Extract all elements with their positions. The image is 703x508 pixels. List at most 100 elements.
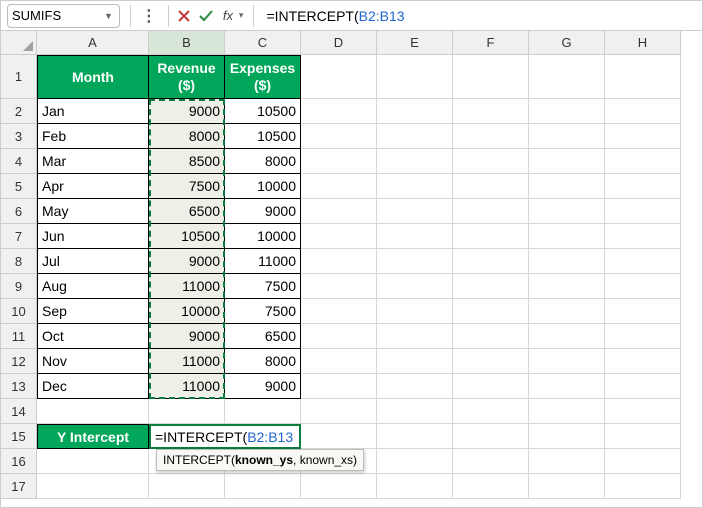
cell-expenses[interactable]: 7500 <box>225 274 301 299</box>
row-head-4[interactable]: 4 <box>1 149 37 174</box>
cell-revenue[interactable]: 6500 <box>149 199 225 224</box>
cell-H[interactable] <box>605 149 681 174</box>
row-head-9[interactable]: 9 <box>1 274 37 299</box>
cell-F[interactable] <box>453 424 529 449</box>
cell[interactable] <box>225 474 301 499</box>
header-expenses[interactable]: Expenses ($) <box>225 55 301 99</box>
select-all-triangle[interactable] <box>1 31 37 55</box>
cell-H[interactable] <box>605 274 681 299</box>
cell-H[interactable] <box>605 99 681 124</box>
cell-F[interactable] <box>453 349 529 374</box>
cell-E[interactable] <box>377 449 453 474</box>
cell-F[interactable] <box>453 149 529 174</box>
cell-D[interactable] <box>301 274 377 299</box>
cell-H[interactable] <box>605 124 681 149</box>
cell-F[interactable] <box>453 249 529 274</box>
cell-F[interactable] <box>453 399 529 424</box>
cell-expenses[interactable]: 11000 <box>225 249 301 274</box>
cell-revenue[interactable]: 10000 <box>149 299 225 324</box>
col-head-H[interactable]: H <box>605 31 681 55</box>
cell-H[interactable] <box>605 224 681 249</box>
cell-expenses[interactable]: 9000 <box>225 374 301 399</box>
cell-revenue[interactable]: 10500 <box>149 224 225 249</box>
cell-E[interactable] <box>377 224 453 249</box>
cell-revenue[interactable]: 11000 <box>149 374 225 399</box>
cell-F[interactable] <box>453 474 529 499</box>
row-head-16[interactable]: 16 <box>1 449 37 474</box>
cell-D[interactable] <box>301 324 377 349</box>
cell-D[interactable] <box>301 124 377 149</box>
cell[interactable] <box>37 474 149 499</box>
col-head-A[interactable]: A <box>37 31 149 55</box>
col-head-D[interactable]: D <box>301 31 377 55</box>
header-revenue[interactable]: Revenue ($) <box>149 55 225 99</box>
cell-month[interactable]: Sep <box>37 299 149 324</box>
cell-G[interactable] <box>529 199 605 224</box>
cell-D[interactable] <box>301 199 377 224</box>
cell-E[interactable] <box>377 424 453 449</box>
cell-E[interactable] <box>377 199 453 224</box>
cell-expenses[interactable]: 6500 <box>225 324 301 349</box>
cell-G[interactable] <box>529 249 605 274</box>
cell-E[interactable] <box>377 174 453 199</box>
cell-month[interactable]: Dec <box>37 374 149 399</box>
cell-D[interactable] <box>301 55 377 99</box>
cell-H[interactable] <box>605 424 681 449</box>
cell-G[interactable] <box>529 349 605 374</box>
cell-month[interactable]: Jan <box>37 99 149 124</box>
cell-H[interactable] <box>605 449 681 474</box>
cell-E[interactable] <box>377 274 453 299</box>
cell-D[interactable] <box>301 249 377 274</box>
name-box[interactable]: ▼ <box>7 4 120 28</box>
row-head-15[interactable]: 15 <box>1 424 37 449</box>
cell-expenses[interactable]: 7500 <box>225 299 301 324</box>
row-head-6[interactable]: 6 <box>1 199 37 224</box>
cell-E[interactable] <box>377 349 453 374</box>
cell-F[interactable] <box>453 374 529 399</box>
cell-revenue[interactable]: 11000 <box>149 349 225 374</box>
cell-G[interactable] <box>529 399 605 424</box>
row-head-14[interactable]: 14 <box>1 399 37 424</box>
cell-expenses[interactable]: 8000 <box>225 149 301 174</box>
cell-E[interactable] <box>377 399 453 424</box>
cell-F[interactable] <box>453 324 529 349</box>
cell-D[interactable] <box>301 99 377 124</box>
cell-D[interactable] <box>301 149 377 174</box>
cell-H[interactable] <box>605 399 681 424</box>
cell-E[interactable] <box>377 124 453 149</box>
cell-G[interactable] <box>529 374 605 399</box>
cell[interactable] <box>225 399 301 424</box>
cell-expenses[interactable]: 10000 <box>225 224 301 249</box>
cell-E[interactable] <box>377 299 453 324</box>
cell-month[interactable]: Oct <box>37 324 149 349</box>
cell-month[interactable]: May <box>37 199 149 224</box>
cell-revenue[interactable]: 9000 <box>149 99 225 124</box>
row-head-13[interactable]: 13 <box>1 374 37 399</box>
cell-G[interactable] <box>529 449 605 474</box>
formula-bar-input[interactable]: =INTERCEPT(B2:B13 <box>258 8 702 24</box>
cell-month[interactable]: Nov <box>37 349 149 374</box>
cell-E[interactable] <box>377 374 453 399</box>
cell-H[interactable] <box>605 474 681 499</box>
row-head-2[interactable]: 2 <box>1 99 37 124</box>
name-box-input[interactable] <box>12 8 102 23</box>
row-head-7[interactable]: 7 <box>1 224 37 249</box>
y-intercept-label[interactable]: Y Intercept <box>37 424 149 449</box>
cell-F[interactable] <box>453 174 529 199</box>
cell-E[interactable] <box>377 249 453 274</box>
cell[interactable] <box>149 474 225 499</box>
row-head-11[interactable]: 11 <box>1 324 37 349</box>
cell[interactable] <box>149 399 225 424</box>
cell-month[interactable]: Feb <box>37 124 149 149</box>
cell-D[interactable] <box>301 299 377 324</box>
chevron-down-icon[interactable]: ▼ <box>102 11 115 21</box>
cell-H[interactable] <box>605 374 681 399</box>
cell-G[interactable] <box>529 299 605 324</box>
row-head-12[interactable]: 12 <box>1 349 37 374</box>
cell-D[interactable] <box>301 399 377 424</box>
col-head-F[interactable]: F <box>453 31 529 55</box>
cell-month[interactable]: Apr <box>37 174 149 199</box>
row-head-17[interactable]: 17 <box>1 474 37 499</box>
row-head-5[interactable]: 5 <box>1 174 37 199</box>
cell-revenue[interactable]: 9000 <box>149 324 225 349</box>
